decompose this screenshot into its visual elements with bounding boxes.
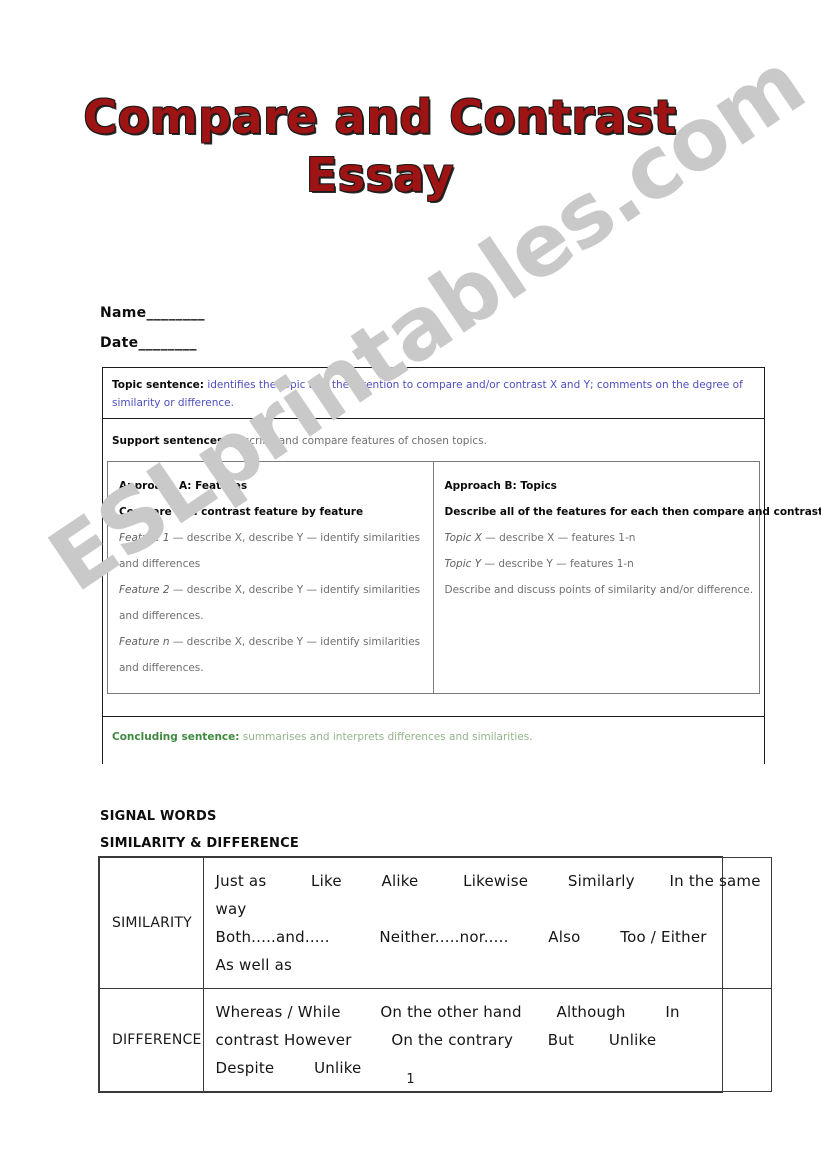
approach-a-line-2: Feature 2 — describe X, describe Y — ide…	[119, 577, 423, 629]
similarity-line-2: way	[215, 900, 247, 918]
title-line-1: Compare and Contrast	[83, 90, 677, 144]
approach-a-column: Approach A: Features Compare and contras…	[108, 462, 434, 693]
difference-line-2: contrast However On the contrary But Unl…	[215, 1031, 657, 1049]
signal-words-headings: SIGNAL WORDS SIMILARITY & DIFFERENCE	[100, 803, 299, 857]
approach-b-column: Approach B: Topics Describe all of the f…	[434, 462, 821, 693]
table-row: SIMILARITY Just as Like Alike Likewise S…	[99, 857, 772, 989]
concluding-sentence-label: Concluding sentence:	[112, 731, 240, 743]
student-fields: Name________ Date________	[100, 298, 205, 358]
approach-b-line-1-label: Topic X	[444, 532, 482, 544]
similarity-line-3: Both.....and..... Neither.....nor..... A…	[215, 928, 707, 946]
approach-b-line-3-text: Describe and discuss points of similarit…	[444, 584, 754, 596]
topic-sentence-row: Topic sentence: identifies the topic and…	[103, 368, 764, 419]
signal-words-table: SIMILARITY Just as Like Alike Likewise S…	[98, 856, 772, 1093]
worksheet-page: ESLprintables.com Compare and Contrast E…	[0, 0, 821, 1161]
approach-a-line-2-label: Feature 2	[119, 584, 170, 596]
date-field[interactable]: Date________	[100, 328, 205, 358]
page-number: 1	[406, 1072, 415, 1087]
approach-a-subheading: Compare and contrast feature by feature	[119, 506, 364, 518]
approach-a-heading: Approach A: Features	[119, 480, 248, 492]
support-sentences-text: describe and compare features of chosen …	[227, 435, 487, 447]
difference-line-1: Whereas / While On the other hand Althou…	[215, 1003, 680, 1021]
concluding-sentence-row: Concluding sentence: summarises and inte…	[103, 716, 764, 764]
approach-a-line-3-label: Feature n	[119, 636, 170, 648]
similarity-words-cell: Just as Like Alike Likewise Similarly In…	[202, 857, 772, 989]
similarity-difference-heading: SIMILARITY & DIFFERENCE	[100, 836, 299, 851]
topic-sentence-text: identifies the topic and the intention t…	[112, 379, 743, 409]
support-sentences-label: Support sentences:	[112, 435, 228, 447]
page-title: Compare and Contrast Essay	[0, 88, 760, 204]
name-field[interactable]: Name________	[100, 298, 205, 328]
title-line-2: Essay	[305, 148, 455, 202]
approach-comparison-box: Approach A: Features Compare and contras…	[107, 461, 821, 694]
signal-words-heading: SIGNAL WORDS	[100, 809, 217, 824]
approach-b-line-1-text: — describe X — features 1-n	[481, 532, 636, 544]
essay-structure-table: Topic sentence: identifies the topic and…	[102, 367, 821, 764]
approach-a-line-3: Feature n — describe X, describe Y — ide…	[119, 629, 423, 681]
approach-b-line-1: Topic X — describe X — features 1-n	[445, 525, 821, 551]
approach-b-line-2: Topic Y — describe Y — features 1-n	[445, 551, 821, 577]
topic-sentence-label: Topic sentence:	[112, 379, 204, 391]
support-sentences-row: Support sentences: describe and compare …	[103, 419, 764, 457]
approach-a-line-1-label: Feature 1	[119, 532, 170, 544]
approach-a-line-1: Feature 1 — describe X, describe Y — ide…	[119, 525, 423, 577]
concluding-sentence-text: summarises and interprets differences an…	[239, 731, 533, 743]
approach-b-heading: Approach B: Topics	[444, 480, 557, 492]
approach-b-line-3: Describe and discuss points of similarit…	[445, 577, 821, 603]
approach-b-line-2-label: Topic Y	[444, 558, 482, 570]
similarity-category-cell: SIMILARITY	[99, 857, 204, 989]
approach-b-subheading: Describe all of the features for each th…	[444, 506, 821, 518]
approach-b-line-2-text: — describe Y — features 1-n	[481, 558, 634, 570]
similarity-line-1: Just as Like Alike Likewise Similarly In…	[215, 872, 761, 890]
similarity-line-4: As well as	[215, 956, 292, 974]
